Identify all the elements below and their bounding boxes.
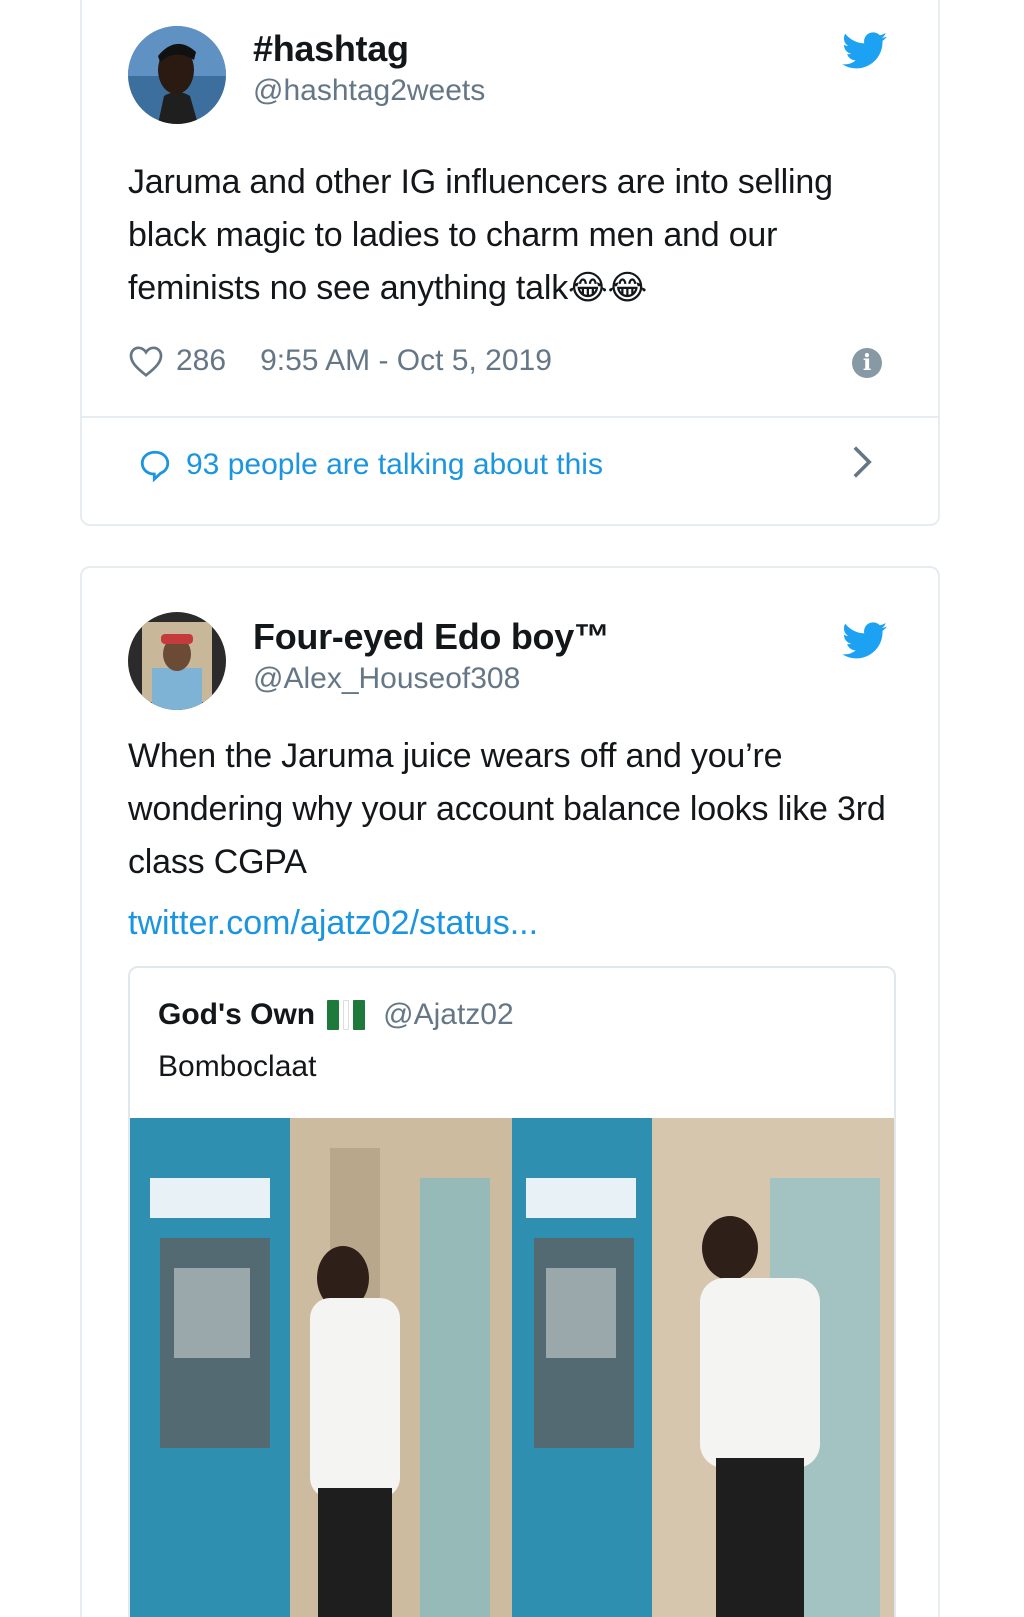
tweet-card-2[interactable]: Four-eyed Edo boy™ @Alex_Houseof308 When… — [80, 566, 940, 1617]
divider — [82, 416, 938, 418]
user-handle[interactable]: @Alex_Houseof308 — [253, 662, 520, 696]
quoted-display-name[interactable]: God's Own — [158, 998, 315, 1032]
quoted-header: God's Own @Ajatz02 — [158, 998, 514, 1032]
quoted-handle[interactable]: @Ajatz02 — [383, 998, 514, 1032]
avatar[interactable] — [128, 612, 226, 710]
conversation-label[interactable]: 93 people are talking about this — [186, 448, 603, 482]
conversation-link[interactable]: 93 people are talking about this — [138, 448, 603, 482]
avatar[interactable] — [128, 26, 226, 124]
tweet-text: When the Jaruma juice wears off and you’… — [128, 737, 886, 881]
timestamp[interactable]: 9:55 AM - Oct 5, 2019 — [260, 344, 552, 378]
chevron-right-icon[interactable] — [850, 444, 874, 480]
quoted-text: Bomboclaat — [158, 1050, 317, 1083]
quoted-tweet[interactable]: God's Own @Ajatz02 Bomboclaat — [128, 966, 896, 1617]
info-icon[interactable]: i — [852, 348, 882, 378]
tweet-text: Jaruma and other IG influencers are into… — [128, 163, 833, 307]
tweet-meta: 286 9:55 AM - Oct 5, 2019 — [128, 344, 552, 378]
like-count[interactable]: 286 — [176, 344, 226, 378]
tweet-card-1[interactable]: #hashtag @hashtag2weets Jaruma and other… — [80, 0, 940, 526]
twitter-bird-icon[interactable] — [842, 32, 888, 70]
twitter-bird-icon[interactable] — [842, 622, 888, 660]
user-handle[interactable]: @hashtag2weets — [253, 74, 485, 108]
video-thumbnail[interactable] — [130, 1118, 894, 1617]
speech-bubble-icon — [140, 450, 170, 482]
display-name[interactable]: Four-eyed Edo boy™ — [253, 616, 610, 658]
tweet-link[interactable]: twitter.com/ajatz02/status... — [128, 904, 538, 943]
heart-icon[interactable] — [128, 344, 164, 378]
nigeria-flag-icon — [327, 1000, 366, 1030]
display-name[interactable]: #hashtag — [253, 28, 409, 70]
